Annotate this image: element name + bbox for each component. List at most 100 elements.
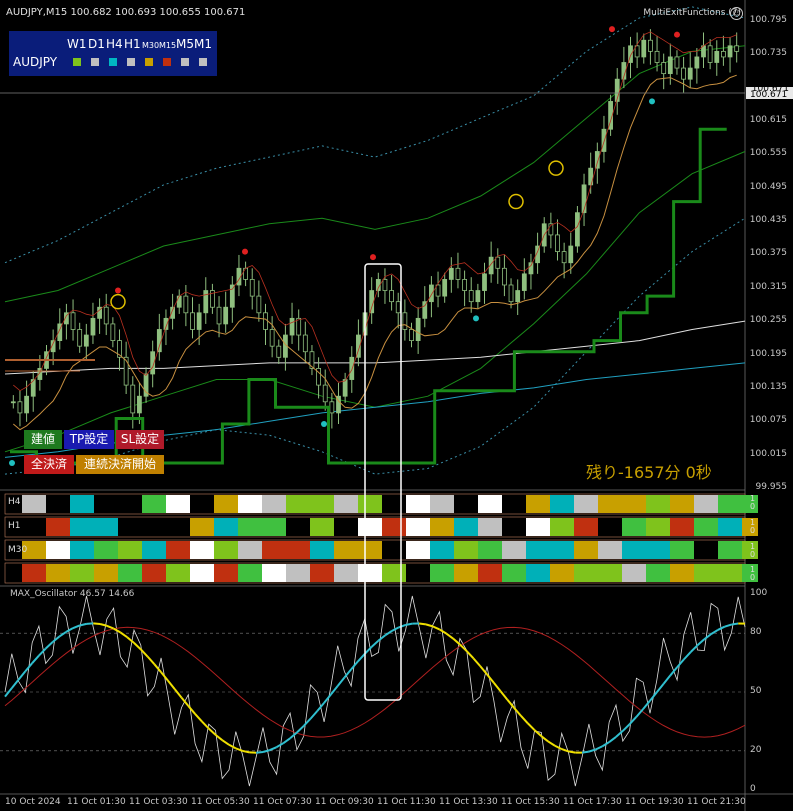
sl-settings-button[interactable]: SL設定 [116,430,164,449]
candle-body [661,62,667,75]
mtf-segment [286,518,294,536]
candle-body [415,317,421,342]
osc-signal-segment [683,651,692,661]
orange-ma-line [12,74,737,431]
mtf-segment [318,518,326,536]
mtf-segment [366,541,374,559]
tf-d1[interactable]: D1 [88,37,105,51]
osc-signal-segment [547,740,556,747]
mtf-segment [582,541,590,559]
mtf-segment [574,518,582,536]
candle-body [223,306,229,325]
mtf-segment [718,495,726,513]
mtf-segment [486,541,494,559]
candle-body [70,312,76,330]
osc-signal-segment [173,688,183,699]
candle-body [429,284,434,303]
mtf-segment [590,541,598,559]
mtf-segment [454,564,462,582]
osc-signal-segment [669,666,678,677]
osc-signal-segment [568,750,576,754]
candle-body [734,45,740,52]
osc-signal-segment [187,705,196,715]
osc-signal-segment [45,641,54,650]
mtf-segment [654,495,662,513]
candle-body [302,334,308,353]
mtf-segment [310,541,318,559]
mtf-segment [510,541,518,559]
osc-signal-segment [133,642,142,651]
osc-signal-segment [622,723,631,732]
red-signal-dot [242,248,248,255]
osc-signal-segment [703,633,712,641]
candle-body [594,151,600,169]
mtf-segment [102,518,110,536]
mtf-segment [526,564,534,582]
osc-signal-segment [31,654,40,664]
osc-signal-segment [649,691,658,702]
osc-level-label: 0 [750,784,756,794]
mtf-segment [86,564,94,582]
mtf-segment [342,518,350,536]
mtf-segment [558,541,566,559]
mtf-segment [150,564,158,582]
tf-m30[interactable]: M30 [142,41,159,50]
mtf-segment [574,541,582,559]
mtf-segment [486,518,494,536]
mtf-segment [126,518,134,536]
red-ma-line [13,31,737,392]
mtf-segment [62,541,70,559]
tf-status-square [73,58,81,66]
tf-w1[interactable]: W1 [67,37,87,51]
candle-body [721,50,726,58]
mtf-row-scale-3: 1 0 [750,542,756,559]
mtf-segment [382,518,390,536]
mtf-segment [326,564,334,582]
mtf-segment [78,564,86,582]
candle-body [561,251,567,264]
mtf-segment [566,541,574,559]
tf-m15[interactable]: M15 [159,41,176,50]
candle-body [694,56,700,69]
osc-signal-segment [405,622,413,626]
candle-body [296,317,302,336]
mtf-segment [678,564,686,582]
mtf-segment [662,495,670,513]
osc-signal-segment [336,676,346,687]
mtf-segment [414,564,422,582]
mtf-segment [670,518,678,536]
mtf-segment [686,518,694,536]
osc-signal-segment [655,683,665,693]
time-tick-label: 11 Oct 19:30 [625,797,684,807]
mtf-segment [646,518,654,536]
mtf-segment [718,541,726,559]
mtf-segment [686,564,694,582]
mtf-segment [630,495,638,513]
osc-signal-segment [520,715,529,724]
mtf-segment [54,541,62,559]
smiley-icon[interactable]: ☺ [730,7,743,20]
tf-m5[interactable]: M5 [176,37,194,51]
tf-h4[interactable]: H4 [106,37,123,51]
mtf-segment [462,518,470,536]
mtf-segment [262,518,270,536]
tf-m1[interactable]: M1 [194,37,212,51]
osc-signal-segment [316,702,325,712]
mtf-segment [398,541,406,559]
continuous-close-button[interactable]: 連続決済開始 [76,455,164,474]
entry-button[interactable]: 建値 [24,430,62,449]
mtf-segment [318,564,326,582]
mtf-segment [182,541,190,559]
mtf-segment [70,564,78,582]
price-tick-label: 100.375 [749,248,787,259]
mtf-segment [486,564,494,582]
close-all-button[interactable]: 全決済 [24,455,74,474]
tf-status-square [163,58,171,66]
osc-signal-segment [296,725,305,734]
price-tick-label: 100.075 [749,415,787,426]
tf-h1[interactable]: H1 [124,37,141,51]
osc-signal-segment [269,746,277,752]
candle-body [482,273,487,291]
osc-signal-segment [357,653,366,662]
tp-settings-button[interactable]: TP設定 [64,430,114,449]
